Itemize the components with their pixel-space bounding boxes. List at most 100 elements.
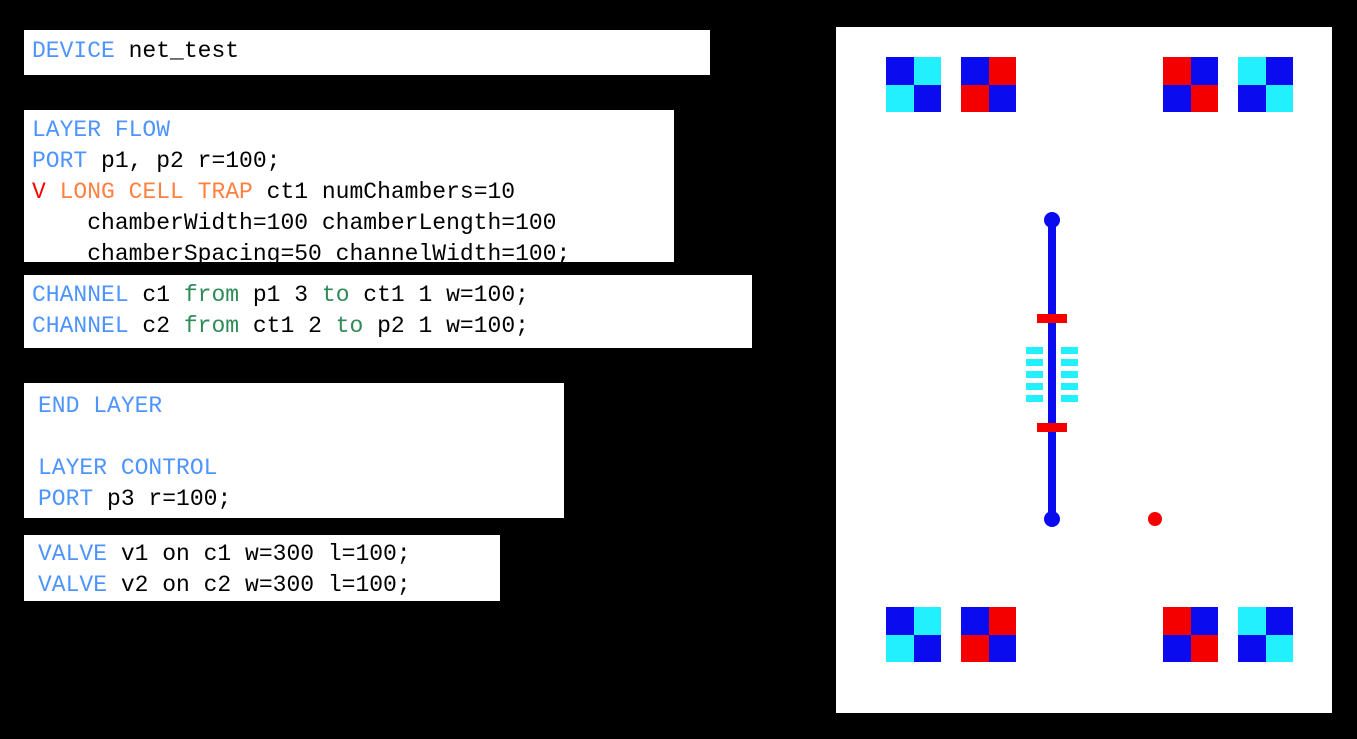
code-token: p1 3 xyxy=(239,282,322,308)
code-line: END LAYER xyxy=(38,391,564,422)
code-token: ct1 2 xyxy=(239,313,336,339)
cell-trap-chamber xyxy=(1026,359,1043,366)
valve-v2[interactable] xyxy=(1037,422,1067,432)
fiducial-quadrant xyxy=(886,607,914,635)
code-token: v2 on c2 w=300 l=100; xyxy=(107,572,411,598)
flow-network xyxy=(836,27,1332,713)
fiducial-quadrant xyxy=(1163,57,1191,85)
cell-trap-chamber xyxy=(1061,359,1078,366)
code-block-layer-flow[interactable]: LAYER FLOW PORT p1, p2 r=100; V LONG CELL … xyxy=(24,110,674,267)
code-line: CHANNEL c2 from ct1 2 to p2 1 w=100; xyxy=(32,311,752,342)
code-line: VALVE v1 on c1 w=300 l=100; xyxy=(38,539,500,570)
code-block-channels[interactable]: CHANNEL c1 from p1 3 to ct1 1 w=100; CHAN… xyxy=(24,275,752,348)
fiducial-top-left-a xyxy=(886,57,941,112)
device-canvas[interactable] xyxy=(836,27,1332,713)
cell-trap-chamber xyxy=(1061,395,1078,402)
control-port-p3[interactable] xyxy=(1148,512,1162,526)
fiducial-quadrant xyxy=(1190,57,1218,85)
fiducial-quadrant xyxy=(988,634,1016,662)
fiducial-quadrant xyxy=(961,634,989,662)
flow-port-p2[interactable] xyxy=(1044,511,1060,527)
code-token: chamberWidth=100 chamberLength=100 xyxy=(32,210,557,236)
code-token: PORT xyxy=(38,486,94,512)
code-token: p1, p2 r=100; xyxy=(87,148,281,174)
fiducial-quadrant xyxy=(1265,84,1293,112)
fiducial-quadrant xyxy=(988,84,1016,112)
code-token: p2 1 w=100; xyxy=(363,313,529,339)
code-block-valves[interactable]: VALVE v1 on c1 w=300 l=100; VALVE v2 on c… xyxy=(24,535,500,601)
device-render-panel xyxy=(816,0,1357,739)
code-line: chamberSpacing=50 channelWidth=100; xyxy=(32,239,674,270)
code-line: V LONG CELL TRAP ct1 numChambers=10 xyxy=(32,177,674,208)
code-token: ct1 1 w=100; xyxy=(349,282,529,308)
code-token: c2 xyxy=(128,313,184,339)
valve-v1[interactable] xyxy=(1037,313,1067,323)
fiducial-quadrant xyxy=(1238,84,1266,112)
code-line: VALVE v2 on c2 w=300 l=100; xyxy=(38,570,500,601)
cell-trap-chamber xyxy=(1061,371,1078,378)
fiducial-quadrant xyxy=(1238,634,1266,662)
code-token: VALVE xyxy=(38,541,108,567)
code-token: v1 on c1 w=300 l=100; xyxy=(107,541,411,567)
code-line: LAYER FLOW xyxy=(32,115,674,146)
code-token: CHANNEL xyxy=(32,313,129,339)
code-token: to xyxy=(335,313,364,339)
code-token: LONG CELL TRAP xyxy=(59,179,253,205)
flow-channel-trunk[interactable] xyxy=(1048,220,1056,519)
fiducial-quadrant xyxy=(913,57,941,85)
fiducial-bottom-right-b xyxy=(1238,607,1293,662)
fiducial-quadrant xyxy=(961,84,989,112)
fiducial-top-left-b xyxy=(961,57,1016,112)
code-token: V xyxy=(32,179,46,205)
flow-port-p1[interactable] xyxy=(1044,212,1060,228)
cell-trap-chamber xyxy=(1061,383,1078,390)
fiducial-quadrant xyxy=(886,84,914,112)
code-line: DEVICE net_test xyxy=(32,36,710,67)
code-token: chamberSpacing=50 channelWidth=100; xyxy=(32,241,571,267)
cell-trap-chamber xyxy=(1061,347,1078,354)
fiducial-quadrant xyxy=(1190,84,1218,112)
fiducial-bottom-left-b xyxy=(961,607,1016,662)
code-token: to xyxy=(321,282,350,308)
code-token: from xyxy=(183,282,240,308)
code-line: chamberWidth=100 chamberLength=100 xyxy=(32,208,674,239)
fiducial-quadrant xyxy=(961,607,989,635)
code-token: END LAYER xyxy=(38,393,163,419)
fiducial-quadrant xyxy=(1265,634,1293,662)
fiducial-quadrant xyxy=(886,57,914,85)
code-block-end-layer-control[interactable]: END LAYER LAYER CONTROL PORT p3 r=100; xyxy=(24,383,564,518)
fiducial-quadrant xyxy=(1238,57,1266,85)
fiducial-quadrant xyxy=(1163,634,1191,662)
code-token: PORT xyxy=(32,148,88,174)
code-block-device[interactable]: DEVICE net_test xyxy=(24,30,710,75)
code-token: DEVICE xyxy=(32,38,115,64)
cell-trap-chamber xyxy=(1026,371,1043,378)
fiducial-quadrant xyxy=(961,57,989,85)
code-token: LAYER FLOW xyxy=(32,117,171,143)
code-line: PORT p1, p2 r=100; xyxy=(32,146,674,177)
fiducial-bottom-left-a xyxy=(886,607,941,662)
fiducial-quadrant xyxy=(1163,607,1191,635)
code-token: ct1 numChambers=10 xyxy=(252,179,516,205)
code-token: net_test xyxy=(114,38,240,64)
cell-trap-chamber xyxy=(1026,383,1043,390)
fiducial-quadrant xyxy=(913,634,941,662)
code-panel: DEVICE net_test LAYER FLOW PORT p1, p2 r=… xyxy=(0,0,816,739)
fiducial-top-right-b xyxy=(1238,57,1293,112)
code-token: LAYER CONTROL xyxy=(38,455,218,481)
fiducial-quadrant xyxy=(1238,607,1266,635)
fiducial-quadrant xyxy=(1163,84,1191,112)
cell-trap-chamber xyxy=(1026,347,1043,354)
code-token: CHANNEL xyxy=(32,282,129,308)
fiducial-quadrant xyxy=(988,57,1016,85)
fiducial-quadrant xyxy=(1265,607,1293,635)
fiducial-quadrant xyxy=(1190,607,1218,635)
fiducial-top-right-a xyxy=(1163,57,1218,112)
code-line: LAYER CONTROL xyxy=(38,453,564,484)
code-token: VALVE xyxy=(38,572,108,598)
fiducial-quadrant xyxy=(886,634,914,662)
code-token: c1 xyxy=(128,282,184,308)
fiducial-bottom-right-a xyxy=(1163,607,1218,662)
cell-trap-chamber xyxy=(1026,395,1043,402)
